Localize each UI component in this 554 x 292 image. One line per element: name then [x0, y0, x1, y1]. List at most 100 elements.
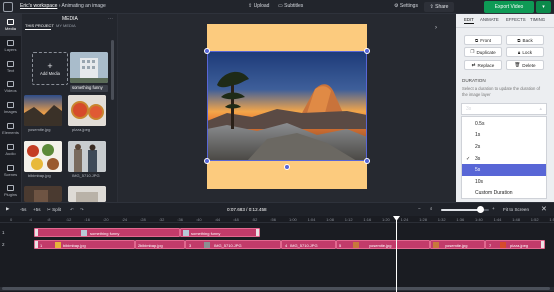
gear-icon: ⚙ [394, 3, 399, 9]
zoom-slider-thumb[interactable] [476, 206, 484, 213]
upload-button[interactable]: ⇪ Upload [248, 3, 269, 9]
undo-icon[interactable]: ↶ [70, 207, 74, 213]
duration-option-checked[interactable]: ✓ 3s [462, 153, 546, 165]
media-thumb-bibimbap[interactable] [24, 141, 62, 172]
duration-option[interactable]: 1s [462, 130, 546, 142]
settings-button[interactable]: ⚙ Settings [394, 3, 418, 9]
timeline-clip-gif[interactable]: something funny [34, 228, 180, 237]
ruler-tick-label: :44 [214, 217, 221, 222]
redo-icon[interactable]: ↷ [80, 207, 84, 213]
ruler-tick-label: :36 [177, 217, 183, 222]
media-thumb-something-funny[interactable] [70, 52, 108, 83]
ruler-tick-label: 1:28 [419, 217, 427, 222]
duration-option-custom[interactable]: Custom Duration [462, 188, 546, 200]
timeline-clip-image[interactable]: 1 bibimbap.jpg [34, 240, 135, 249]
media-thumb[interactable] [68, 186, 106, 202]
duration-option[interactable]: 2s [462, 141, 546, 153]
rail-item-elements[interactable]: Elements [0, 118, 21, 140]
rail-item-plugins[interactable]: Plugins [0, 180, 21, 202]
rail-item-images[interactable]: Images [0, 97, 21, 119]
resize-handle-top-right[interactable] [364, 48, 370, 54]
app-logo-icon[interactable] [3, 2, 13, 12]
rail-item-text[interactable]: Text [0, 56, 21, 78]
duration-select[interactable]: 3s ▴ [461, 103, 547, 115]
tab-edit[interactable]: EDIT [464, 17, 474, 24]
rail-item-label: Images [3, 109, 18, 115]
scenes-icon [7, 164, 14, 171]
plugins-icon [7, 185, 14, 192]
fit-to-screen-button[interactable]: Fit to Screen [503, 207, 529, 212]
duration-option[interactable]: 10s [462, 176, 546, 188]
zoom-in-icon[interactable]: + [492, 206, 495, 211]
media-thumb-yosemite[interactable] [24, 95, 62, 126]
rail-item-audio[interactable]: Audio [0, 139, 21, 161]
rail-item-videos[interactable]: Videos [0, 76, 21, 98]
share-button[interactable]: ⇧ Share [424, 2, 454, 12]
timeline-clip-image[interactable]: 5 yosemite.jpg [336, 240, 430, 249]
timeline-scrollbar[interactable] [0, 287, 554, 291]
rail-item-media[interactable]: Media [0, 14, 21, 36]
zoom-out-icon[interactable]: − [418, 206, 421, 211]
playhead[interactable] [396, 216, 397, 292]
ruler-tick-label: :12 [65, 217, 72, 222]
timeline-clip-image[interactable]: 6 yosemite.jpg [430, 240, 485, 249]
timeline: 0:4:8:12:16:20:24:28:32:36:40:44:48:52:5… [0, 216, 554, 292]
rail-item-label: Scenes [3, 171, 18, 177]
resize-handle-bottom-right[interactable] [364, 158, 370, 164]
tab-this-project[interactable]: THIS PROJECT [25, 23, 54, 28]
media-thumb-pizza[interactable] [68, 95, 106, 126]
tab-timing[interactable]: TIMING [530, 17, 545, 22]
ruler-tick-label: 1:44 [493, 217, 502, 222]
chevron-up-icon: ▴ [539, 106, 542, 112]
collapse-panel-icon[interactable]: › [432, 24, 440, 32]
rail-item-scenes[interactable]: Scenes [0, 160, 21, 182]
playback-time: 0:07.683 / 0:12.458 [227, 207, 267, 212]
resize-handle-top-left[interactable] [204, 48, 210, 54]
duplicate-button[interactable]: ❐ Duplicate [464, 47, 502, 57]
media-icon [7, 19, 14, 25]
timeline-clip-image[interactable]: 3 IMG_5710.JPG [185, 240, 281, 249]
rewind-5-button[interactable]: -5s [20, 207, 26, 212]
workspace-link[interactable]: Eric's workspace [20, 3, 57, 9]
media-scrollbar[interactable] [111, 40, 114, 100]
play-icon[interactable]: ▶ [6, 206, 10, 212]
timeline-scroll-thumb[interactable] [2, 287, 550, 290]
subtitles-button[interactable]: ▭ Subtitles [278, 3, 303, 9]
split-button[interactable]: ✂ Split [47, 207, 61, 213]
duration-option[interactable]: 0.5s [462, 118, 546, 130]
media-thumb-img-5710[interactable] [68, 141, 106, 172]
delete-button[interactable]: 🗑︎ Delete [506, 60, 544, 70]
rotate-handle-icon[interactable] [284, 164, 290, 170]
tab-my-media[interactable]: MY MEDIA [56, 23, 76, 28]
forward-5-button[interactable]: +5s [33, 207, 41, 212]
tab-effects[interactable]: EFFECTS [506, 17, 526, 22]
media-thumb[interactable] [24, 186, 62, 202]
tab-animate[interactable]: ANIMATE [480, 17, 499, 22]
text-icon [7, 60, 14, 67]
timeline-clip-image[interactable]: 2 bibimbap.jpg [135, 240, 185, 249]
close-timeline-icon[interactable]: ✕ [541, 205, 547, 213]
replace-button[interactable]: ⇄ Replace [464, 60, 502, 70]
ruler-tick-label: 1:20 [382, 217, 390, 222]
send-back-button[interactable]: ⧉ Back [506, 35, 544, 45]
panel-more-icon[interactable]: ⋯ [108, 16, 113, 22]
export-video-button[interactable]: Export Video [484, 1, 534, 13]
add-media-label: Add Media [39, 70, 61, 76]
add-media-button[interactable]: + Add Media [32, 52, 68, 85]
project-title[interactable]: Animating an image [62, 3, 106, 9]
duration-option-highlighted[interactable]: 5s [462, 164, 546, 176]
timeline-clip-gif[interactable]: something funny [180, 228, 260, 237]
timeline-clip-image[interactable]: 7 pizza.jpeg [485, 240, 545, 249]
duration-help: Select a duration to update the duration… [462, 86, 540, 97]
export-menu-chevron-icon[interactable]: ▾ [536, 1, 551, 13]
clip-label: bibimbap.jpg [140, 242, 163, 248]
rail-item-layers[interactable]: Layers [0, 35, 21, 57]
lock-button[interactable]: 🔒︎ Lock [506, 47, 544, 57]
bring-front-button[interactable]: ⧉ Front [464, 35, 502, 45]
resize-handle-bottom-left[interactable] [204, 158, 210, 164]
ruler-tick-label: :56 [270, 217, 276, 222]
clip-label: something funny [191, 230, 221, 236]
media-caption: something funny [70, 85, 108, 92]
timeline-clip-image[interactable]: 4 IMG_5710.JPG [281, 240, 336, 249]
ruler-tick-label: 1:08 [326, 217, 334, 222]
